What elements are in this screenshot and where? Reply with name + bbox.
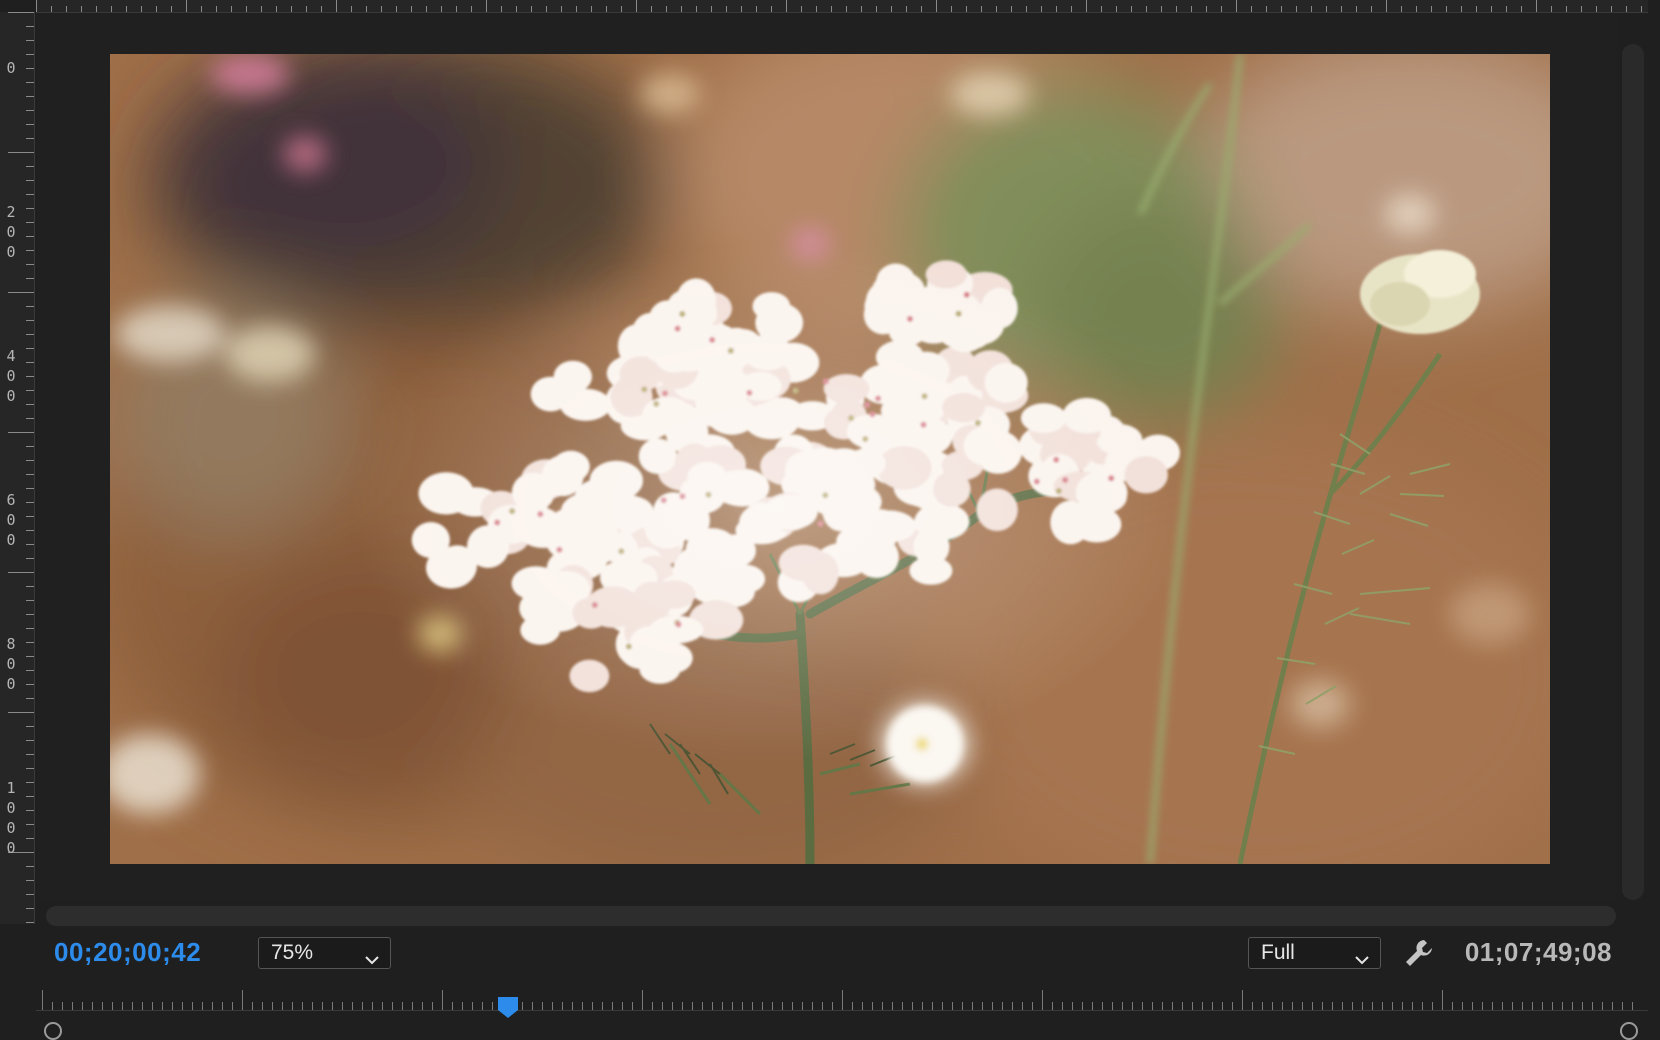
horizontal-scrollbar[interactable] xyxy=(46,906,1616,926)
playhead-marker-icon[interactable] xyxy=(496,995,520,1019)
zoom-level-value: 75% xyxy=(271,941,314,964)
playback-timeline[interactable] xyxy=(36,990,1648,1032)
chevron-down-icon xyxy=(1354,947,1370,971)
video-frame-image xyxy=(110,54,1550,864)
timeline-zoom-handle-left[interactable] xyxy=(44,1022,62,1040)
wrench-icon[interactable] xyxy=(1402,936,1436,970)
ruler-label-400: 400 xyxy=(6,347,16,405)
ruler-label-600: 600 xyxy=(6,491,16,549)
ruler-label-800: 800 xyxy=(6,635,16,693)
timeline-zoom-handle-right[interactable] xyxy=(1620,1022,1638,1040)
horizontal-ruler xyxy=(36,0,1648,13)
duration-timecode: 01;07;49;08 xyxy=(1464,937,1612,967)
vertical-scrollbar[interactable] xyxy=(1622,44,1644,900)
zoom-level-dropdown[interactable]: 75% xyxy=(258,937,391,969)
program-monitor: 0 200 400 600 800 1000 00;20;00;42 75% F… xyxy=(0,0,1660,1040)
video-frame[interactable] xyxy=(110,54,1550,864)
ruler-label-0: 0 xyxy=(6,59,16,77)
ruler-label-1000: 1000 xyxy=(6,779,16,857)
current-timecode[interactable]: 00;20;00;42 xyxy=(54,937,201,968)
ruler-label-200: 200 xyxy=(6,203,16,261)
playback-resolution-value: Full xyxy=(1261,941,1295,964)
playback-resolution-dropdown[interactable]: Full xyxy=(1248,937,1381,969)
vertical-ruler: 0 200 400 600 800 1000 xyxy=(0,12,35,924)
chevron-down-icon xyxy=(364,947,380,971)
preview-canvas[interactable] xyxy=(37,14,1617,900)
